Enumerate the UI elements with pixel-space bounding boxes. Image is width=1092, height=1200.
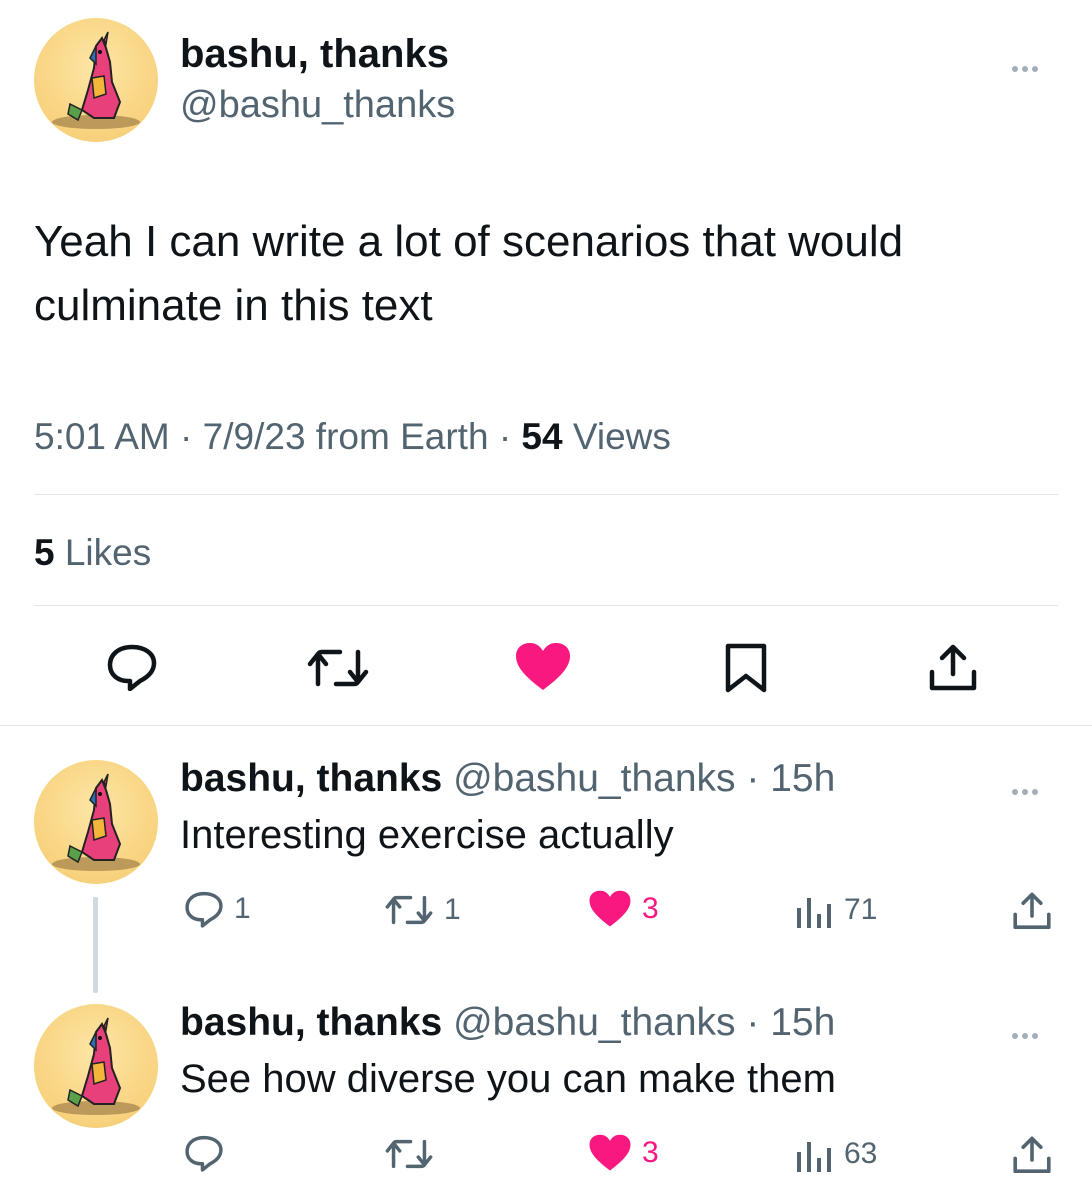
tweet-text: Yeah I can write a lot of scenarios that…	[34, 210, 1034, 338]
view-count: 71	[844, 893, 878, 926]
reply-header: bashu, thanks @bashu_thanks · 15h	[180, 757, 835, 801]
more-icon[interactable]	[1010, 1017, 1040, 1043]
reply-text: See how diverse you can make them	[180, 1057, 836, 1101]
separator: ·	[498, 416, 522, 457]
retweet-icon	[385, 895, 433, 925]
reply-count: 1	[234, 892, 251, 925]
thread-line	[93, 897, 98, 993]
author-name[interactable]: bashu, thanks	[180, 32, 449, 77]
author-avatar[interactable]	[34, 18, 158, 142]
reply-age[interactable]: 15h	[770, 1001, 835, 1044]
retweet-button[interactable]: 1	[384, 893, 461, 927]
separator: ·	[735, 1001, 771, 1044]
heart-icon	[589, 1134, 631, 1171]
more-icon[interactable]	[1010, 50, 1040, 76]
bookmark-icon	[725, 643, 767, 693]
share-icon	[1013, 1136, 1051, 1173]
retweet-button[interactable]	[384, 1137, 444, 1171]
likes-summary[interactable]: 5 Likes	[34, 532, 151, 574]
views-icon	[797, 898, 831, 928]
retweet-count: 1	[444, 893, 461, 926]
tweet-date[interactable]: 7/9/23 from Earth	[203, 416, 489, 457]
tweet-time[interactable]: 5:01 AM	[34, 416, 170, 457]
likes-count: 5	[34, 532, 55, 573]
view-count: 63	[844, 1137, 878, 1170]
reply-avatar[interactable]	[34, 760, 158, 884]
reply-age[interactable]: 15h	[770, 757, 835, 800]
like-button[interactable]: 3	[588, 1134, 659, 1172]
reply-avatar[interactable]	[34, 1004, 158, 1128]
reply-icon	[185, 1135, 223, 1172]
retweet-icon	[307, 649, 369, 687]
like-button[interactable]	[514, 642, 572, 692]
reply-author-name[interactable]: bashu, thanks	[180, 1001, 442, 1044]
reply-author-handle[interactable]: @bashu_thanks	[453, 757, 735, 800]
bookmark-button[interactable]	[724, 642, 768, 694]
views-count: 54	[521, 416, 563, 457]
more-icon[interactable]	[1010, 773, 1040, 799]
views-button[interactable]: 71	[794, 892, 877, 928]
divider	[34, 494, 1058, 495]
views-button[interactable]: 63	[794, 1136, 877, 1172]
reply-icon	[185, 891, 223, 928]
share-button[interactable]	[1012, 892, 1052, 932]
reply-button[interactable]	[106, 643, 158, 691]
heart-icon	[589, 890, 631, 927]
retweet-icon	[385, 1139, 433, 1169]
like-count: 3	[642, 892, 659, 925]
tweet-text-line-2: culminate in this text	[34, 281, 433, 330]
reply-button[interactable]: 1	[184, 890, 251, 928]
retweet-button[interactable]	[306, 646, 370, 690]
reply-button[interactable]	[184, 1134, 234, 1172]
reply-author-handle[interactable]: @bashu_thanks	[453, 1001, 735, 1044]
tweet-text-line-1: Yeah I can write a lot of scenarios that…	[34, 217, 904, 266]
like-count: 3	[642, 1136, 659, 1169]
views-label: Views	[572, 416, 671, 457]
separator: ·	[735, 757, 771, 800]
heart-icon	[516, 643, 570, 690]
views-icon	[797, 1142, 831, 1172]
author-handle[interactable]: @bashu_thanks	[180, 84, 455, 127]
reply-author-name[interactable]: bashu, thanks	[180, 757, 442, 800]
separator: ·	[180, 416, 203, 457]
like-button[interactable]: 3	[588, 890, 659, 928]
share-icon	[929, 644, 977, 691]
reply-icon	[107, 644, 157, 691]
divider	[0, 725, 1092, 726]
share-button[interactable]	[928, 644, 978, 694]
share-button[interactable]	[1012, 1136, 1052, 1176]
reply-text: Interesting exercise actually	[180, 813, 674, 857]
share-icon	[1013, 892, 1051, 929]
reply-header: bashu, thanks @bashu_thanks · 15h	[180, 1001, 835, 1045]
tweet-meta: 5:01 AM · 7/9/23 from Earth · 54 Views	[34, 416, 671, 458]
divider	[34, 605, 1058, 606]
likes-label: Likes	[64, 532, 152, 573]
